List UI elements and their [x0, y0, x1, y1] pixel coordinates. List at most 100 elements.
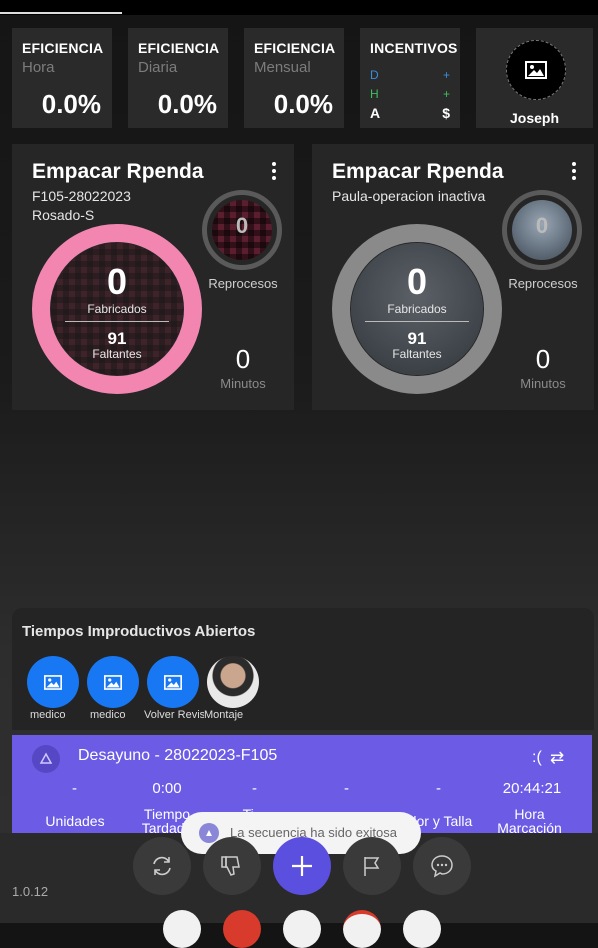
stat-title: EFICIENCIA	[138, 40, 220, 56]
faltantes-label: Faltantes	[92, 347, 142, 361]
card-title: Empacar Rpenda	[332, 160, 504, 183]
add-button[interactable]	[273, 837, 331, 895]
incentivo-key: H	[370, 87, 379, 101]
tiempo-item-volver-revisar[interactable]	[147, 656, 199, 708]
faltantes-count: 91	[407, 329, 427, 348]
stat-value: 0.0%	[157, 89, 217, 119]
stat-value: 0.0%	[41, 89, 101, 119]
bottom-dot-2[interactable]	[223, 910, 261, 948]
reprocesos-count: 0	[535, 213, 549, 238]
tiempo-label: Volver Revisar	[144, 709, 204, 721]
operation-card-2[interactable]: Empacar Rpenda Paula-operacion inactiva …	[312, 144, 594, 410]
card-menu-icon[interactable]	[572, 162, 576, 183]
reprocesos-ring: 0	[202, 190, 282, 270]
bottom-dot-5[interactable]	[403, 910, 441, 948]
tiempo-item-medico-2[interactable]	[87, 656, 139, 708]
value-tiempo: 0:00	[152, 780, 182, 797]
incentivos-title: INCENTIVOS	[370, 40, 458, 56]
card-code: F105-28022023	[32, 188, 131, 204]
stat-subtitle: Mensual	[254, 59, 311, 76]
stat-subtitle: Diaria	[138, 59, 178, 76]
tiempo-item-medico[interactable]	[27, 656, 79, 708]
incentivo-key: D	[370, 68, 379, 82]
stat-subtitle: Hora	[22, 59, 55, 76]
label-hora: Hora Marcación	[497, 806, 562, 836]
thumbs-down-button[interactable]	[203, 837, 261, 895]
plus-icon	[292, 856, 312, 876]
reprocesos-count: 0	[235, 213, 249, 238]
sad-indicator: :(	[532, 749, 542, 766]
progress-ring: 0 Fabricados 91 Faltantes	[332, 224, 502, 394]
fabricados-count: 0	[406, 261, 428, 302]
faltantes-label: Faltantes	[392, 347, 442, 361]
incentivo-row-a: A $	[370, 106, 450, 121]
incentivo-val: +	[442, 87, 450, 101]
product-image: 0 Fabricados 91 Faltantes	[351, 243, 483, 375]
bottom-dot-1[interactable]	[163, 910, 201, 948]
activity-icon	[32, 745, 60, 773]
image-placeholder-icon	[44, 674, 62, 690]
tiempo-label: medico	[30, 709, 66, 721]
label-unidades: Unidades	[45, 813, 105, 829]
bottom-dot-3[interactable]	[283, 910, 321, 948]
value-unidades: -	[72, 780, 77, 797]
tiempo-label: medico	[90, 709, 126, 721]
reprocesos-label: Reprocesos	[208, 276, 278, 291]
progress-ring: 0 Fabricados 91 Faltantes	[32, 224, 202, 394]
status-bar-indicator	[0, 12, 122, 14]
flag-icon	[364, 857, 380, 876]
incentivo-val: $	[442, 105, 450, 121]
stat-eficiencia-diaria: EFICIENCIA Diaria 0.0%	[128, 28, 228, 128]
fabricados-count: 0	[106, 261, 128, 302]
value-col4: -	[344, 780, 349, 797]
user-profile[interactable]: Joseph	[476, 28, 593, 128]
swap-icon[interactable]: ⇄	[550, 748, 564, 768]
minutos-label: Minutos	[520, 376, 566, 391]
user-name: Joseph	[509, 110, 559, 126]
stat-title: EFICIENCIA	[22, 40, 104, 56]
app-version: 1.0.12	[12, 884, 49, 899]
card-title: Empacar Rpenda	[32, 160, 204, 183]
minutos-count: 0	[235, 344, 251, 374]
tiempo-label: Montaje	[204, 709, 244, 721]
card-variant: Rosado-S	[32, 207, 95, 223]
refresh-icon	[153, 856, 171, 876]
reprocesos-label: Reprocesos	[508, 276, 578, 291]
chat-icon	[431, 855, 453, 878]
tiempos-title: Tiempos Improductivos Abiertos	[22, 623, 256, 640]
stat-eficiencia-hora: EFICIENCIA Hora 0.0%	[12, 28, 112, 128]
operation-card-1[interactable]: Empacar Rpenda F105-28022023 Rosado-S 0 …	[12, 144, 294, 410]
card-status: Paula-operacion inactiva	[332, 188, 486, 204]
incentivo-val: +	[442, 68, 450, 82]
incentivo-row-d: D +	[370, 68, 450, 83]
fabricados-label: Fabricados	[387, 302, 447, 316]
chat-button[interactable]	[413, 837, 471, 895]
thumbs-down-icon	[221, 856, 240, 876]
stat-incentivos: INCENTIVOS D + H + A $	[360, 28, 460, 128]
activity-title: Desayuno - 28022023-F105	[78, 747, 278, 764]
value-hora: 20:44:21	[502, 780, 562, 797]
faltantes-count: 91	[107, 329, 127, 348]
stat-title: EFICIENCIA	[254, 40, 336, 56]
tiempos-improductivos-panel: Tiempos Improductivos Abiertos medico me…	[12, 608, 594, 730]
image-placeholder-icon	[506, 40, 566, 100]
card-menu-icon[interactable]	[272, 162, 276, 183]
bottom-dot-4[interactable]	[343, 910, 381, 948]
fabricados-label: Fabricados	[87, 302, 147, 316]
stat-value: 0.0%	[273, 89, 333, 119]
stat-eficiencia-mensual: EFICIENCIA Mensual 0.0%	[244, 28, 344, 128]
minutos-count: 0	[535, 344, 551, 374]
status-bar	[0, 0, 598, 15]
incentivo-row-h: H +	[370, 87, 450, 102]
minutos-label: Minutos	[220, 376, 266, 391]
value-col3: -	[252, 780, 257, 797]
product-image: 0 Fabricados 91 Faltantes	[51, 243, 183, 375]
reprocesos-ring: 0	[502, 190, 582, 270]
value-col5: -	[436, 780, 441, 797]
image-placeholder-icon	[104, 674, 122, 690]
image-placeholder-icon	[164, 674, 182, 690]
incentivo-key: A	[370, 105, 381, 121]
flag-button[interactable]	[343, 837, 401, 895]
tiempo-item-montaje[interactable]	[207, 656, 259, 708]
refresh-button[interactable]	[133, 837, 191, 895]
